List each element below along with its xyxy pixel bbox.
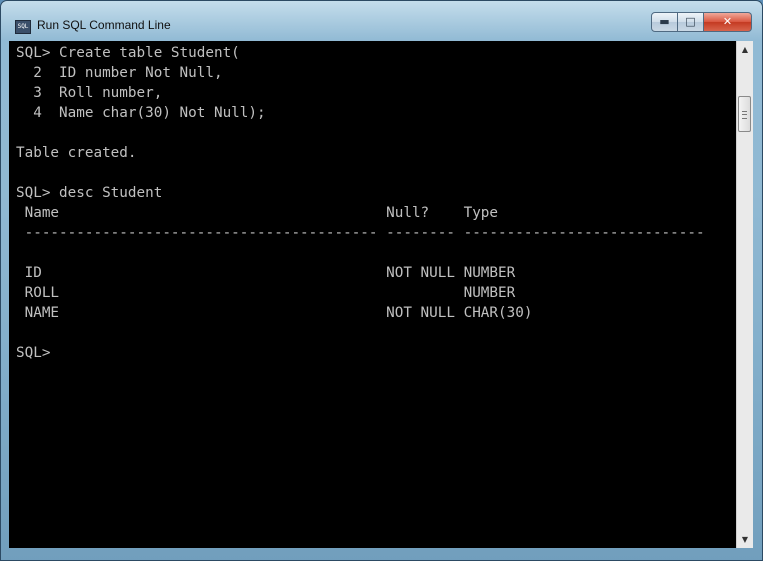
console-line: Table created. bbox=[16, 145, 137, 161]
scroll-thumb[interactable] bbox=[738, 96, 751, 132]
scroll-up-button[interactable]: ▲ bbox=[737, 41, 753, 58]
chevron-up-icon: ▲ bbox=[741, 45, 749, 54]
console-line: Name Null? Type bbox=[16, 205, 499, 221]
console-line: SQL> desc Student bbox=[16, 185, 163, 201]
title-bar[interactable]: SQL Run SQL Command Line ▬ □ ✕ bbox=[1, 1, 762, 41]
console-line: SQL> Create table Student( bbox=[16, 45, 240, 61]
console-line: ROLL NUMBER bbox=[16, 285, 516, 301]
window-frame-bottom bbox=[1, 548, 762, 560]
maximize-icon: □ bbox=[685, 15, 696, 28]
console-text[interactable]: SQL> Create table Student( 2 ID number N… bbox=[9, 41, 736, 363]
vertical-scrollbar[interactable]: ▲ ▼ bbox=[736, 41, 753, 548]
sql-command-window: SQL Run SQL Command Line ▬ □ ✕ SQL> Crea… bbox=[0, 0, 763, 561]
minimize-icon: ▬ bbox=[659, 15, 670, 28]
console-line: ID NOT NULL NUMBER bbox=[16, 265, 516, 281]
console-line: NAME NOT NULL CHAR(30) bbox=[16, 305, 533, 321]
minimize-button[interactable]: ▬ bbox=[651, 12, 678, 32]
console-line: 4 Name char(30) Not Null); bbox=[16, 105, 266, 121]
console-line: 3 Roll number, bbox=[16, 85, 163, 101]
maximize-button[interactable]: □ bbox=[678, 12, 704, 32]
chevron-down-icon: ▼ bbox=[741, 535, 749, 544]
close-button[interactable]: ✕ bbox=[704, 12, 752, 32]
console-output[interactable]: SQL> Create table Student( 2 ID number N… bbox=[9, 41, 736, 548]
console-line: 2 ID number Not Null, bbox=[16, 65, 223, 81]
close-icon: ✕ bbox=[722, 15, 733, 28]
window-title: Run SQL Command Line bbox=[37, 18, 171, 32]
console-line: ----------------------------------------… bbox=[16, 225, 705, 241]
console-line: SQL> bbox=[16, 345, 51, 361]
sql-app-icon[interactable]: SQL bbox=[15, 20, 31, 34]
scroll-down-button[interactable]: ▼ bbox=[737, 531, 753, 548]
grip-icon bbox=[742, 111, 747, 119]
